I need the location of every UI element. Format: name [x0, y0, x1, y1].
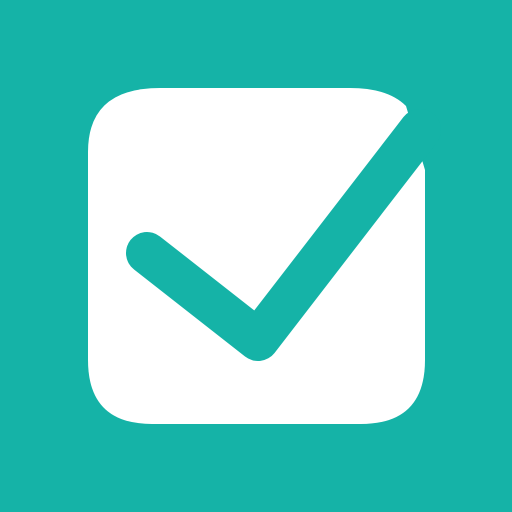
checkbox-checked-icon: [0, 0, 512, 512]
app-icon: [0, 0, 512, 512]
